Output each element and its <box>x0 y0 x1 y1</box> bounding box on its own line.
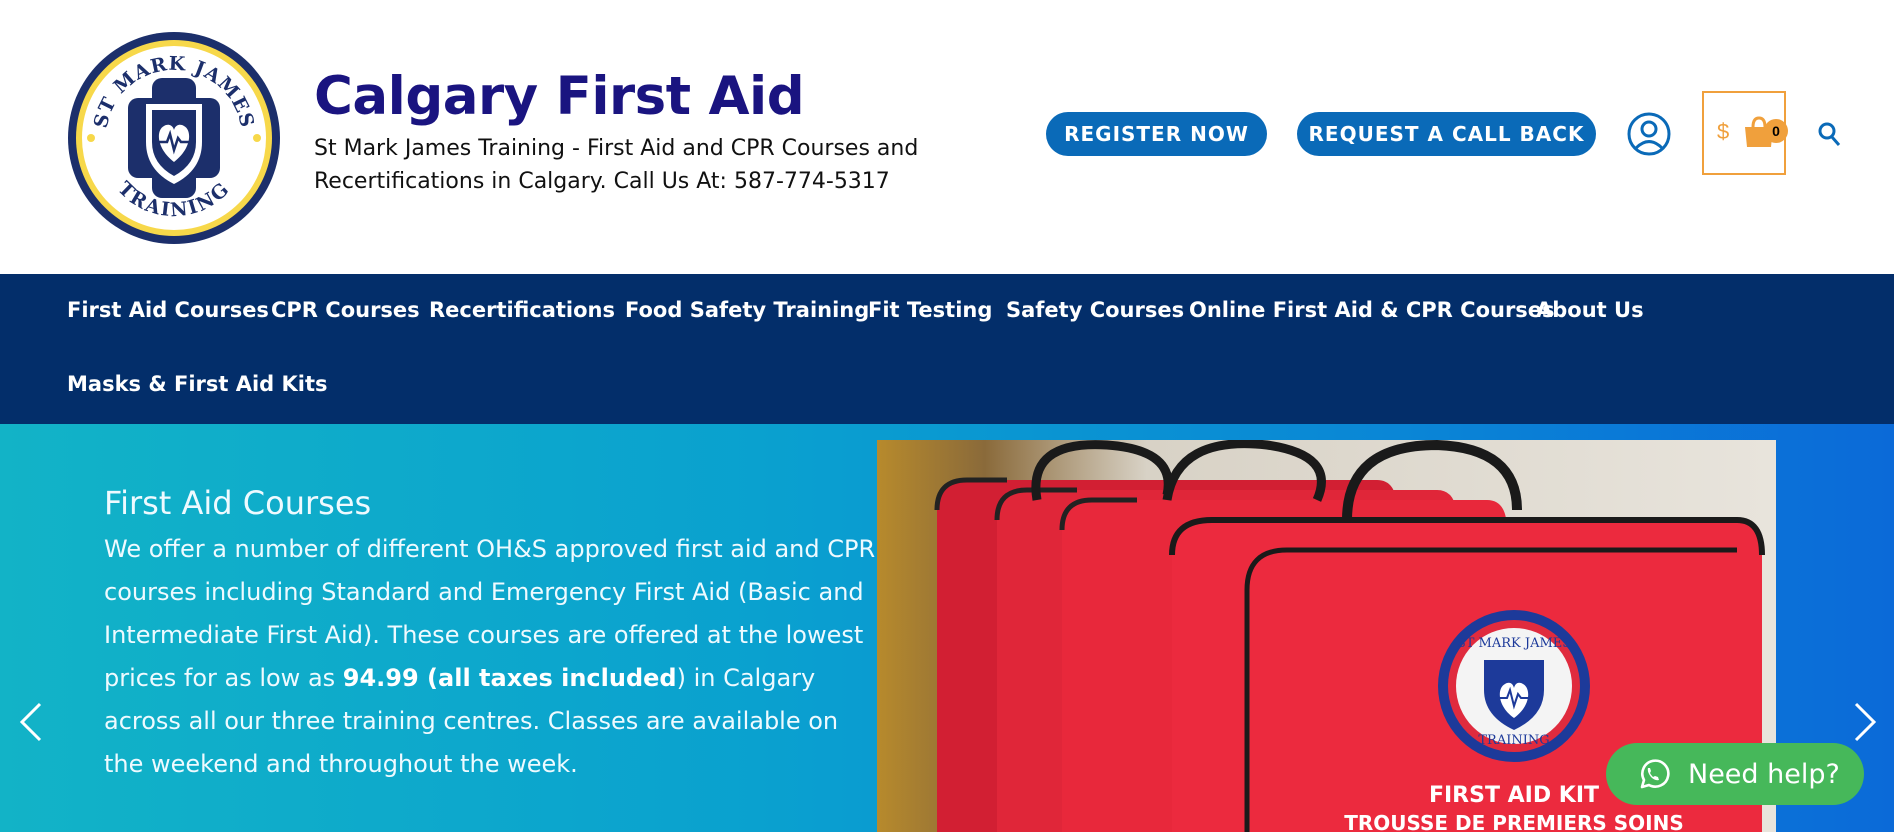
nav-item-food-safety-training[interactable]: Food Safety Training <box>625 298 869 322</box>
badge-bottom-text: TRAINING <box>1478 733 1549 748</box>
nav-item-first-aid-courses[interactable]: First Aid Courses <box>67 298 269 322</box>
need-help-label: Need help? <box>1688 758 1840 790</box>
hero-description: We offer a number of different OH&S appr… <box>104 528 884 786</box>
user-circle-icon <box>1627 112 1671 156</box>
chevron-right-icon <box>1854 702 1877 742</box>
register-now-button[interactable]: REGISTER NOW <box>1046 112 1267 156</box>
whatsapp-icon <box>1640 759 1670 789</box>
nav-item-about-us[interactable]: About Us <box>1536 298 1644 322</box>
request-callback-button[interactable]: REQUEST A CALL BACK <box>1297 112 1596 156</box>
cart-button[interactable]: $ 0 <box>1702 91 1788 175</box>
cart-count-badge: 0 <box>1764 119 1788 143</box>
kit-label-fr: TROUSSE DE PREMIERS SOINS <box>1344 811 1684 832</box>
site-header: ST MARK JAMES TRAINING Calgary First Aid… <box>0 0 1894 274</box>
search-button[interactable] <box>1817 121 1841 147</box>
site-tagline: St Mark James Training - First Aid and C… <box>314 136 919 194</box>
logo-seal-icon: ST MARK JAMES TRAINING <box>68 32 280 244</box>
nav-item-safety-courses[interactable]: Safety Courses <box>1006 298 1184 322</box>
hero-price-highlight: 94.99 (all taxes included <box>342 664 677 692</box>
nav-item-online-courses[interactable]: Online First Aid & CPR Courses <box>1189 298 1555 322</box>
main-nav: First Aid Courses CPR Courses Recertific… <box>0 274 1894 424</box>
slider-next-button[interactable] <box>1850 700 1880 744</box>
nav-item-cpr-courses[interactable]: CPR Courses <box>271 298 420 322</box>
need-help-button[interactable]: Need help? <box>1606 743 1864 805</box>
cart-total: $ <box>1717 119 1730 144</box>
site-title[interactable]: Calgary First Aid <box>314 66 805 127</box>
nav-item-masks-kits[interactable]: Masks & First Aid Kits <box>67 372 328 396</box>
nav-item-fit-testing[interactable]: Fit Testing <box>868 298 992 322</box>
hero-title: First Aid Courses <box>104 484 372 522</box>
chevron-left-icon <box>19 702 42 742</box>
kit-label: FIRST AID KIT <box>1429 783 1599 808</box>
search-icon <box>1818 122 1841 146</box>
nav-item-recertifications[interactable]: Recertifications <box>429 298 615 322</box>
account-button[interactable] <box>1626 111 1672 157</box>
slider-prev-button[interactable] <box>16 700 46 744</box>
badge-top-text: ST MARK JAMES <box>1457 636 1571 651</box>
